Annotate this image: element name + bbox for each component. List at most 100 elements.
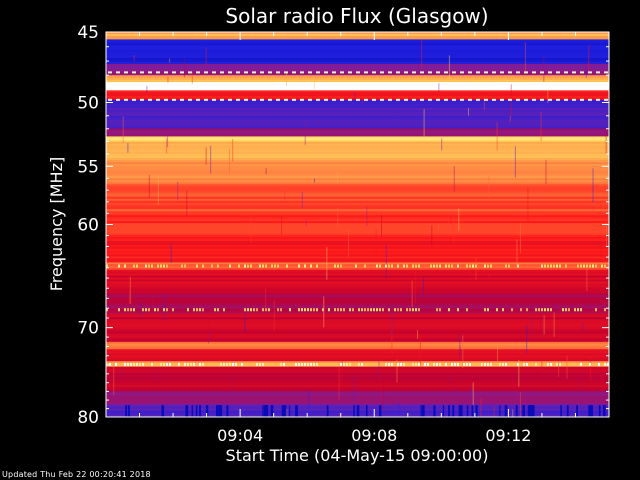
- interference-mark: [244, 264, 246, 268]
- interference-mark: [604, 362, 606, 366]
- interference-mark: [418, 308, 420, 312]
- spectrogram-speckle: [336, 171, 338, 184]
- spectrogram-speckle: [543, 315, 545, 335]
- interference-mark: [268, 308, 270, 312]
- interference-mark: [235, 362, 237, 366]
- spectrogram-speckle: [183, 59, 185, 78]
- noise-column: [378, 405, 382, 417]
- spectrogram-speckle: [586, 269, 588, 292]
- interference-mark: [142, 308, 144, 312]
- interference-mark: [313, 362, 315, 366]
- spectrogram-speckle: [437, 224, 439, 231]
- spectrogram-speckle: [398, 402, 400, 416]
- band-edge-mark: [596, 71, 600, 74]
- noise-column: [420, 405, 422, 417]
- interference-mark: [586, 264, 588, 268]
- band-edge-mark: [412, 98, 416, 101]
- interference-mark: [436, 308, 438, 312]
- noise-column: [353, 405, 355, 417]
- interference-mark: [310, 362, 312, 366]
- interference-mark: [451, 264, 453, 268]
- interference-mark: [241, 362, 243, 366]
- interference-mark: [151, 264, 153, 268]
- band-edge-mark: [164, 71, 168, 74]
- band-edge-mark: [572, 98, 576, 101]
- band-edge-mark: [532, 71, 536, 74]
- interference-mark: [397, 264, 399, 268]
- band-edge-mark: [316, 98, 320, 101]
- interference-mark: [298, 264, 300, 268]
- spectrogram-band: [106, 75, 609, 78]
- interference-mark: [592, 264, 594, 268]
- interference-mark: [400, 308, 402, 312]
- spectrogram-speckle: [250, 215, 252, 243]
- interference-mark: [364, 308, 366, 312]
- interference-mark: [163, 362, 165, 366]
- interference-mark: [577, 308, 579, 312]
- interference-mark: [553, 264, 555, 268]
- spectrogram-speckle: [385, 244, 387, 279]
- spectrogram-speckle: [304, 123, 306, 145]
- interference-mark: [394, 308, 396, 312]
- interference-mark: [376, 308, 378, 312]
- spectrogram-speckle: [313, 178, 315, 183]
- interference-mark: [535, 362, 537, 366]
- interference-mark: [217, 264, 219, 268]
- interference-mark: [265, 308, 267, 312]
- interference-mark: [157, 264, 159, 268]
- spectrogram-band: [106, 79, 609, 83]
- band-edge-mark: [444, 71, 448, 74]
- interference-mark: [511, 308, 513, 312]
- band-edge-mark: [196, 71, 200, 74]
- spectrogram-speckle: [496, 122, 498, 151]
- band-edge-mark: [228, 98, 232, 101]
- interference-mark: [604, 264, 606, 268]
- spectrogram-speckle: [459, 346, 461, 360]
- spectrogram-speckle: [448, 375, 450, 385]
- band-edge-mark: [316, 71, 320, 74]
- interference-mark: [172, 308, 174, 312]
- spectrogram-speckle: [454, 292, 456, 297]
- spectrogram-speckle: [338, 366, 340, 400]
- band-edge-mark: [292, 98, 296, 101]
- interference-mark: [445, 362, 447, 366]
- spectrogram-speckle: [431, 225, 433, 246]
- interference-mark: [340, 362, 342, 366]
- spectrogram-speckle: [381, 214, 383, 237]
- spectrogram-speckle: [488, 175, 490, 199]
- band-edge-mark: [364, 71, 368, 74]
- spectrogram-speckle: [527, 187, 529, 222]
- band-edge-mark: [268, 71, 272, 74]
- interference-mark: [232, 362, 234, 366]
- spectrogram-speckle: [414, 270, 416, 304]
- noise-column: [598, 405, 601, 417]
- spectrogram-speckle: [139, 300, 141, 318]
- interference-mark: [556, 362, 558, 366]
- y-tick-label: 70: [77, 319, 99, 339]
- interference-mark: [223, 308, 225, 312]
- band-edge-mark: [292, 71, 296, 74]
- spectrogram-speckle: [347, 229, 349, 257]
- interference-mark: [133, 308, 135, 312]
- interference-mark: [202, 308, 204, 312]
- noise-column: [226, 405, 229, 417]
- spectrogram-speckle: [301, 192, 303, 208]
- spectrogram-speckle: [545, 159, 547, 185]
- interference-mark: [304, 308, 306, 312]
- interference-mark: [184, 264, 186, 268]
- interference-mark: [184, 362, 186, 366]
- spectrogram-speckle: [210, 145, 212, 174]
- y-tick-label: 55: [77, 157, 99, 177]
- spectrogram-speckle: [470, 386, 472, 392]
- noise-column: [448, 405, 450, 417]
- spectrogram-speckle: [323, 296, 325, 328]
- band-edge-mark: [556, 71, 560, 74]
- noise-column: [262, 405, 264, 417]
- spectrogram-speckle: [421, 40, 423, 69]
- interference-mark: [517, 362, 519, 366]
- interference-mark: [559, 362, 561, 366]
- interference-mark: [472, 264, 474, 268]
- band-edge-mark: [332, 71, 336, 74]
- interference-mark: [334, 308, 336, 312]
- interference-mark: [364, 264, 366, 268]
